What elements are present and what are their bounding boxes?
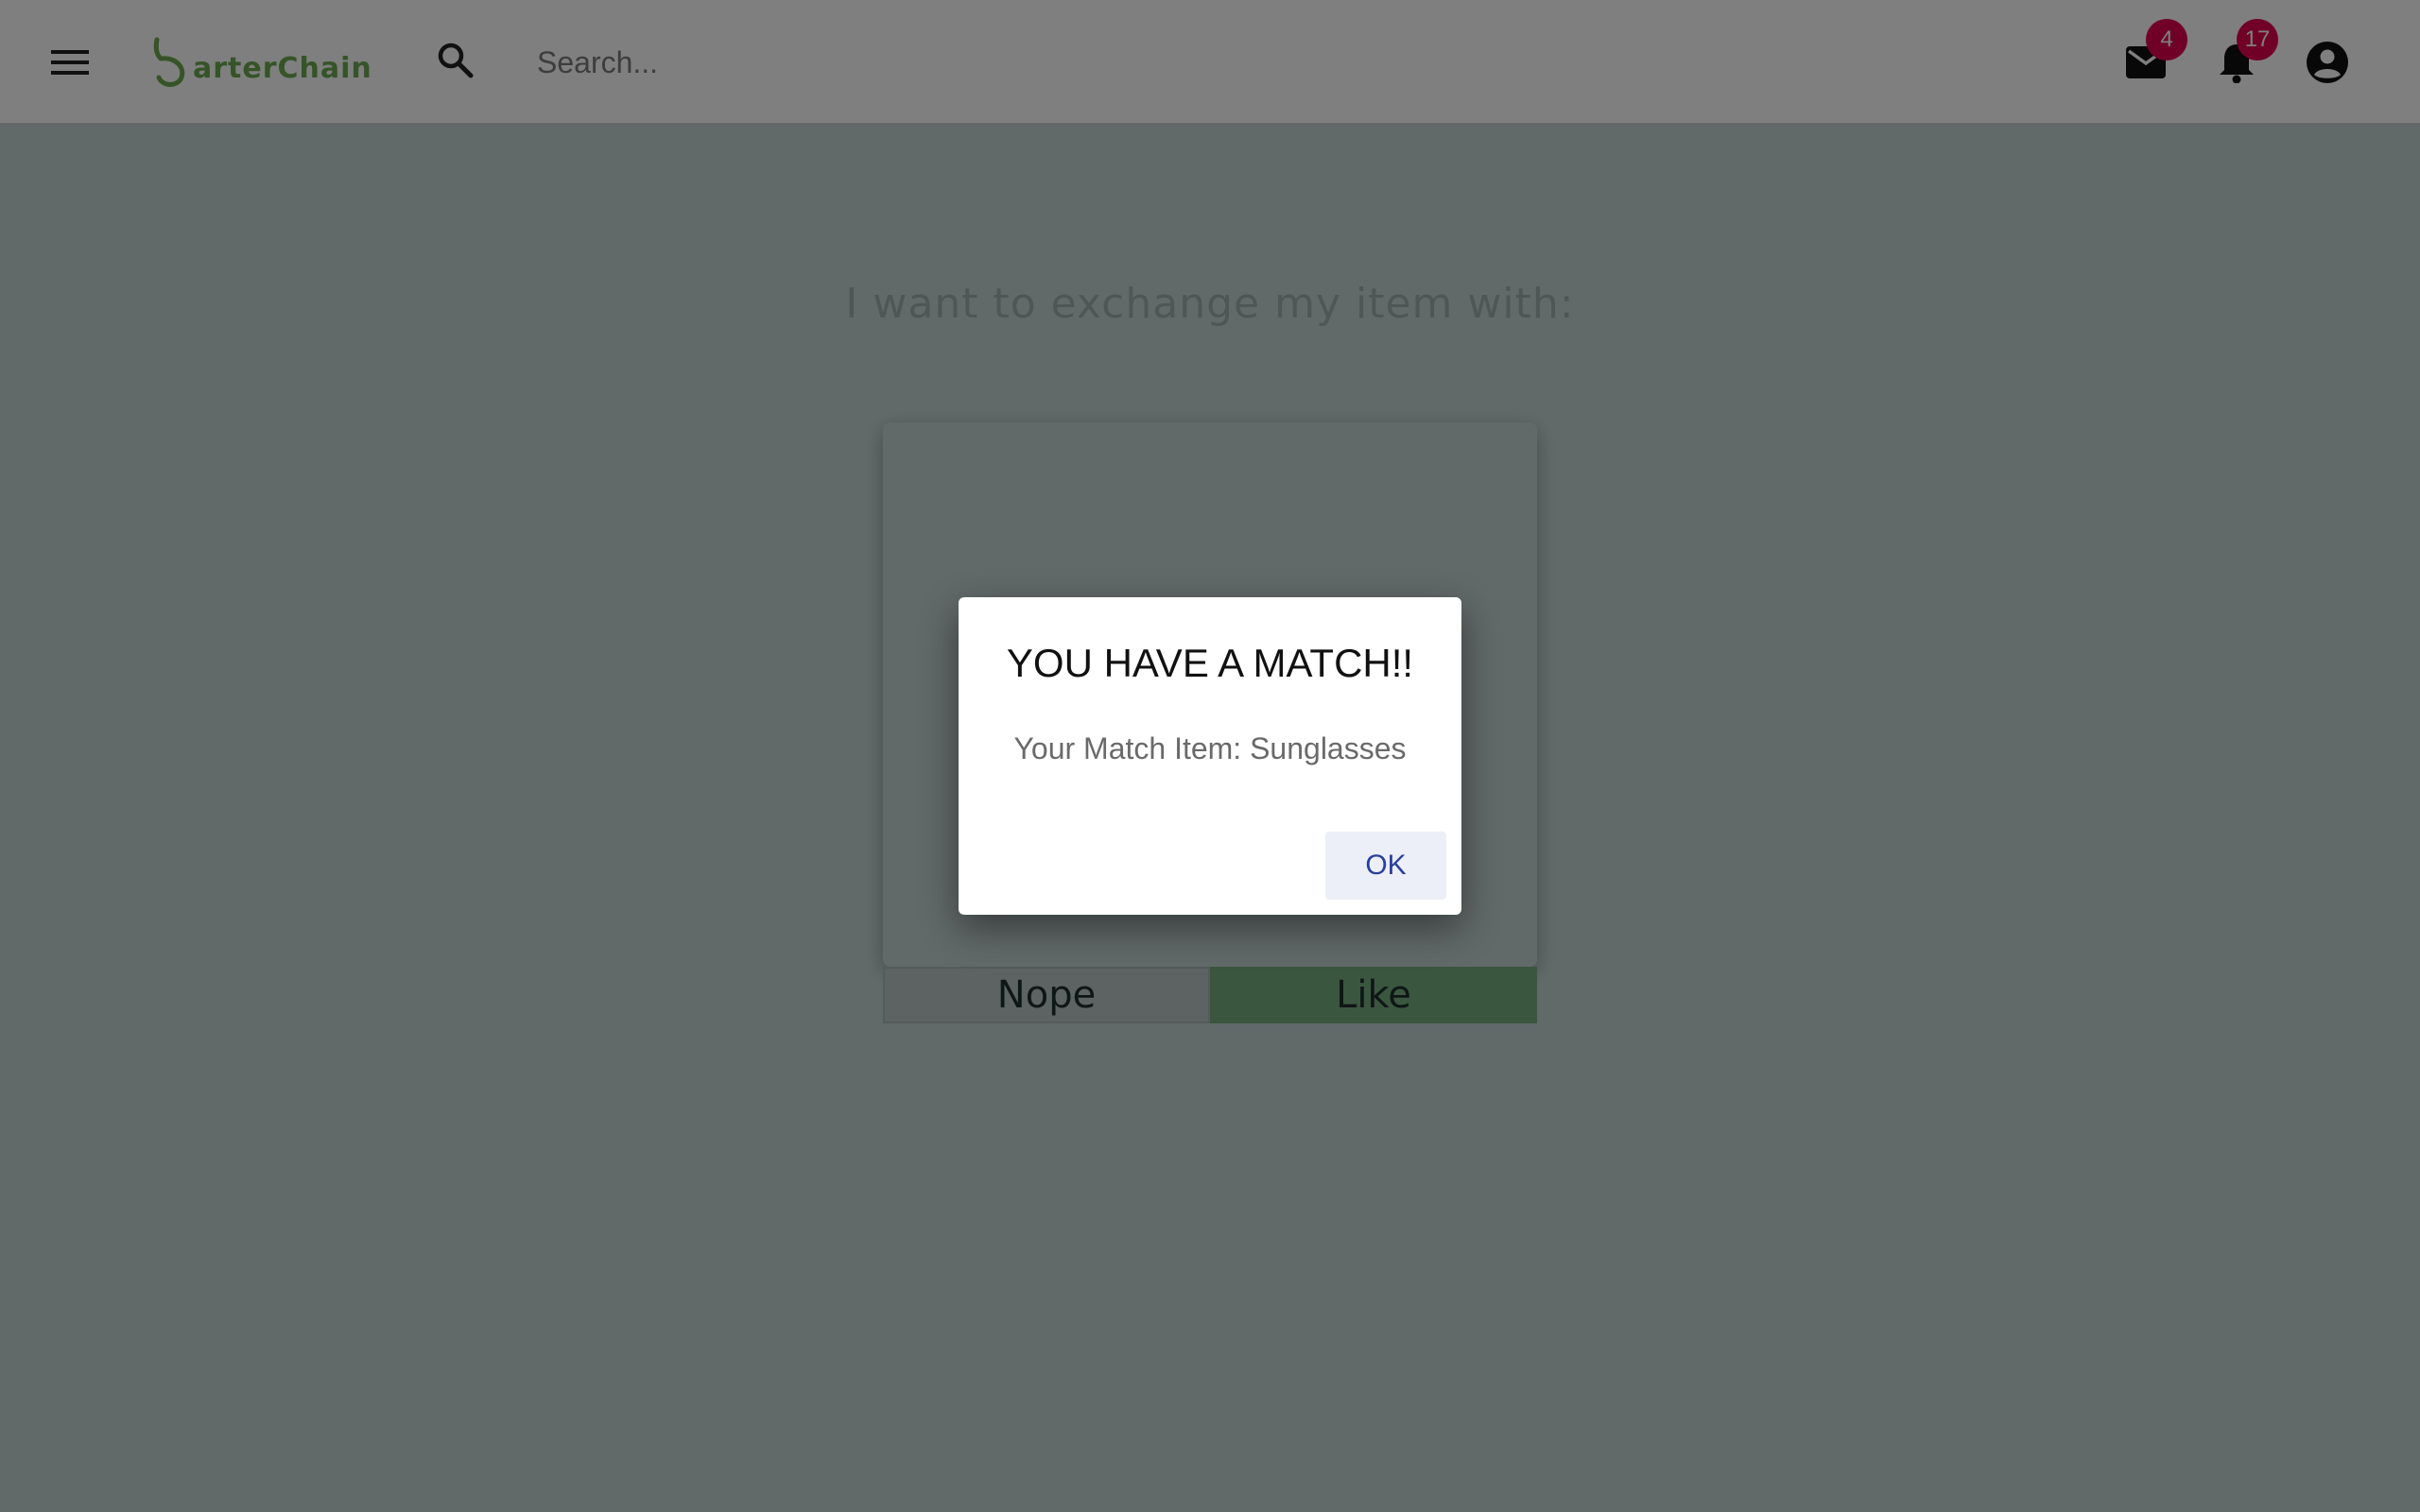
match-dialog: YOU HAVE A MATCH!! Your Match Item: Sung… [959,597,1461,915]
dialog-message: Your Match Item: Sunglasses [1013,731,1407,765]
dialog-title: YOU HAVE A MATCH!! [1006,641,1414,685]
ok-button[interactable]: OK [1325,832,1446,900]
